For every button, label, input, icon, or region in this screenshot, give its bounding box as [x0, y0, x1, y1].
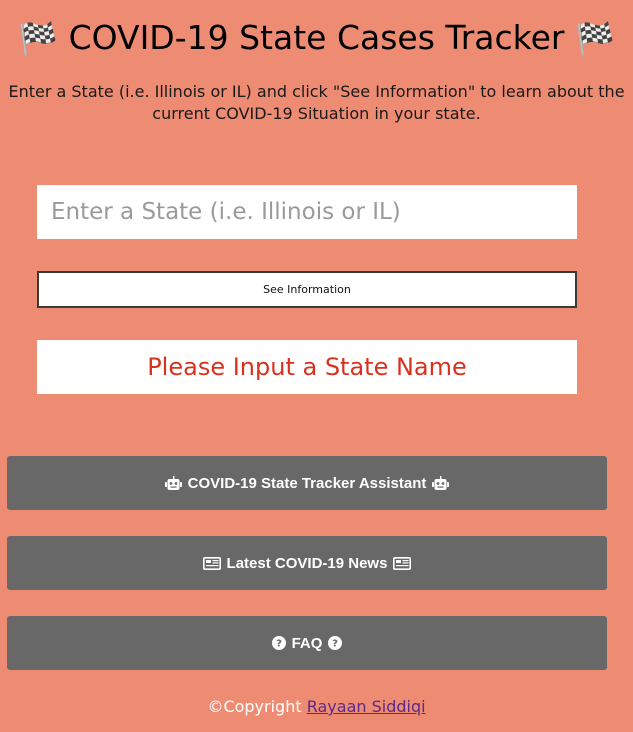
- newspaper-icon: [202, 556, 221, 570]
- newspaper-icon: [393, 556, 412, 570]
- faq-button[interactable]: ? FAQ ?: [7, 616, 607, 670]
- news-button[interactable]: Latest COVID-19 News: [7, 536, 607, 590]
- intro-text: Enter a State (i.e. Illinois or IL) and …: [8, 82, 625, 123]
- page-title-text: COVID-19 State Cases Tracker: [68, 18, 565, 57]
- robot-icon: [432, 475, 450, 490]
- page-title: 🏁 COVID-19 State Cases Tracker 🏁: [0, 14, 633, 63]
- result-message-box: Please Input a State Name: [37, 340, 577, 394]
- page: 🏁 COVID-19 State Cases Tracker 🏁 Enter a…: [0, 0, 633, 732]
- faq-button-label: FAQ: [291, 634, 323, 652]
- result-message: Please Input a State Name: [147, 353, 467, 381]
- svg-text:?: ?: [276, 639, 282, 650]
- see-information-button[interactable]: See Information: [37, 271, 577, 308]
- copyright-text: ©Copyright: [207, 697, 302, 716]
- footer: ©Copyright Rayaan Siddiqi: [0, 697, 633, 716]
- assistant-button[interactable]: COVID-19 State Tracker Assistant: [7, 456, 607, 510]
- question-circle-icon: ?: [328, 636, 343, 650]
- state-input[interactable]: [37, 185, 577, 239]
- svg-text:?: ?: [333, 639, 339, 650]
- question-circle-icon: ?: [271, 636, 286, 650]
- assistant-button-label: COVID-19 State Tracker Assistant: [187, 474, 427, 492]
- robot-icon: [164, 475, 182, 490]
- flag-icon: 🏁: [18, 20, 59, 58]
- flag-icon: 🏁: [574, 20, 615, 58]
- author-link[interactable]: Rayaan Siddiqi: [307, 697, 426, 716]
- news-button-label: Latest COVID-19 News: [226, 554, 388, 572]
